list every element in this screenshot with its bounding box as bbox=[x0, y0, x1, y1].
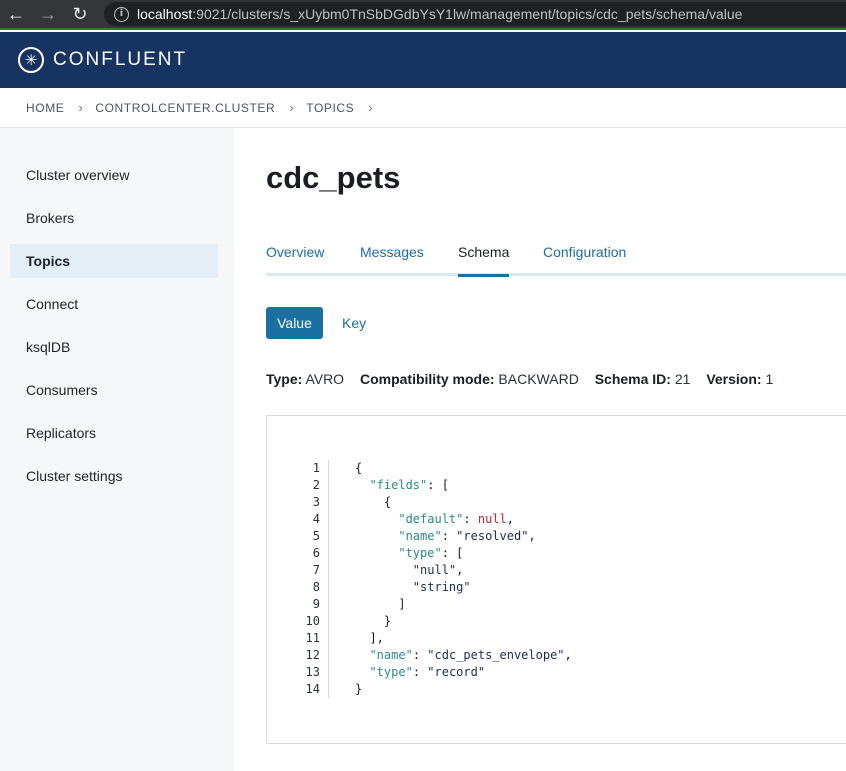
compat-label: Compatibility mode: bbox=[359, 371, 495, 387]
address-bar[interactable]: i localhost:9021/clusters/s_xUybm0TnSbDG… bbox=[104, 2, 846, 26]
line-number: 10 bbox=[305, 614, 320, 628]
line-number: 12 bbox=[305, 648, 320, 662]
code-text: } bbox=[355, 682, 363, 696]
code-text: "string" bbox=[412, 580, 471, 594]
version-value: 1 bbox=[765, 371, 774, 387]
url-host: localhost bbox=[137, 6, 193, 22]
sidebar-item-connect[interactable]: Connect bbox=[10, 287, 218, 321]
code-text: "name": "cdc_pets_envelope", bbox=[369, 648, 572, 662]
app-header: ✳ CONFLUENT bbox=[0, 32, 846, 88]
sidebar: Cluster overview Brokers Topics Connect … bbox=[0, 128, 234, 771]
sidebar-item-topics[interactable]: Topics bbox=[10, 244, 218, 278]
line-number: 2 bbox=[312, 478, 320, 492]
line-number: 4 bbox=[312, 512, 320, 526]
line-number: 8 bbox=[312, 580, 320, 594]
sidebar-item-consumers[interactable]: Consumers bbox=[10, 373, 218, 407]
schema-editor[interactable]: 1 {2 "fields": [ 3 {4 "default": null, 5 "n… bbox=[266, 415, 846, 744]
line-number: 13 bbox=[305, 665, 320, 679]
line-number: 3 bbox=[312, 495, 320, 509]
gutter-divider bbox=[328, 460, 329, 698]
line-number: 14 bbox=[305, 682, 320, 696]
code-text: "name": "resolved", bbox=[398, 529, 536, 543]
schema-meta: Type: AVRO Compatibility mode: BACKWARD … bbox=[266, 371, 773, 387]
url-path: :9021/clusters/s_xUybm0TnSbDGdbYsY1lw/ma… bbox=[192, 6, 743, 22]
type-label: Type: bbox=[266, 371, 303, 387]
breadcrumb-home[interactable]: HOME bbox=[26, 101, 64, 115]
schema-id-label: Schema ID: bbox=[594, 371, 671, 387]
code-text: "type": [ bbox=[398, 546, 464, 560]
sidebar-item-cluster-overview[interactable]: Cluster overview bbox=[10, 158, 218, 192]
sidebar-item-brokers[interactable]: Brokers bbox=[10, 201, 218, 235]
forward-arrow-icon[interactable]: → bbox=[32, 0, 64, 29]
line-number: 7 bbox=[312, 563, 320, 577]
chevron-right-icon: › bbox=[78, 100, 84, 115]
breadcrumb: HOME › CONTROLCENTER.CLUSTER › TOPICS › bbox=[0, 88, 846, 128]
code-text: { bbox=[355, 495, 392, 509]
version-label: Version: bbox=[706, 371, 762, 387]
back-arrow-icon[interactable]: ← bbox=[0, 0, 32, 29]
code-text: } bbox=[355, 614, 392, 628]
breadcrumb-cluster[interactable]: CONTROLCENTER.CLUSTER bbox=[95, 101, 275, 115]
tab-messages[interactable]: Messages bbox=[360, 244, 424, 274]
tab-overview[interactable]: Overview bbox=[266, 244, 324, 274]
breadcrumb-topics[interactable]: TOPICS bbox=[306, 101, 354, 115]
value-schema-button[interactable]: Value bbox=[266, 307, 323, 339]
code-text: { bbox=[355, 461, 363, 475]
brand-name[interactable]: CONFLUENT bbox=[53, 49, 187, 71]
code-text: ], bbox=[355, 631, 384, 645]
compat-value: BACKWARD bbox=[498, 371, 579, 387]
sidebar-item-cluster-settings[interactable]: Cluster settings bbox=[10, 459, 218, 493]
browser-toolbar: ← → ↻ i localhost:9021/clusters/s_xUybm0… bbox=[0, 0, 846, 30]
sidebar-item-replicators[interactable]: Replicators bbox=[10, 416, 218, 450]
tab-schema[interactable]: Schema bbox=[458, 244, 510, 277]
main-content: cdc_pets Overview Messages Schema Config… bbox=[234, 128, 846, 771]
code-text: "type": "record" bbox=[369, 665, 486, 679]
type-value: AVRO bbox=[305, 371, 345, 387]
line-number: 1 bbox=[312, 461, 320, 475]
chevron-right-icon: › bbox=[368, 100, 374, 115]
chevron-right-icon: › bbox=[289, 100, 295, 115]
line-number: 9 bbox=[312, 597, 320, 611]
schema-id-value: 21 bbox=[674, 371, 691, 387]
line-number: 11 bbox=[305, 631, 320, 645]
code-text: ] bbox=[355, 597, 406, 611]
key-schema-button[interactable]: Key bbox=[342, 315, 366, 331]
page-title: cdc_pets bbox=[266, 160, 401, 195]
confluent-logo-icon[interactable]: ✳ bbox=[18, 47, 44, 73]
line-number: 6 bbox=[312, 546, 320, 560]
line-number: 5 bbox=[312, 529, 320, 543]
reload-icon[interactable]: ↻ bbox=[64, 0, 96, 29]
info-icon[interactable]: i bbox=[114, 6, 129, 22]
code-text: "fields": [ bbox=[369, 478, 449, 492]
tab-configuration[interactable]: Configuration bbox=[543, 244, 626, 274]
topic-tabs: Overview Messages Schema Configuration bbox=[266, 242, 846, 277]
code-text: "default": null, bbox=[398, 512, 514, 526]
sidebar-item-ksqldb[interactable]: ksqlDB bbox=[10, 330, 218, 364]
code-text: "null", bbox=[412, 563, 464, 577]
